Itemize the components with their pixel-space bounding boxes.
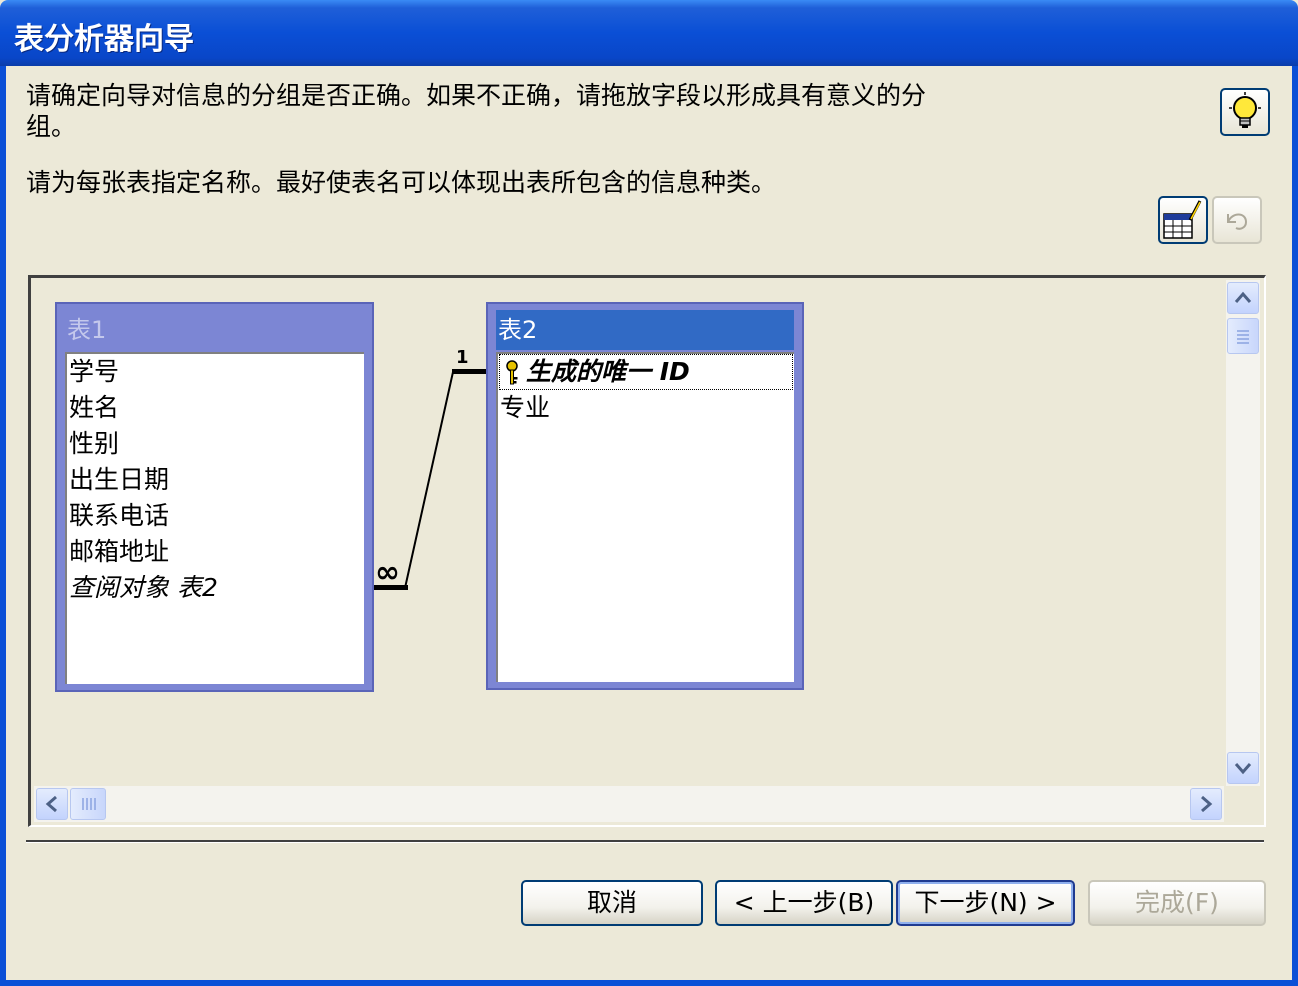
window-frame-left xyxy=(0,66,6,986)
vertical-scrollbar[interactable] xyxy=(1226,280,1260,786)
window-frame-right xyxy=(1292,66,1298,986)
field-row[interactable]: 学号 xyxy=(67,354,364,390)
field-row[interactable]: 联系电话 xyxy=(67,498,364,534)
chevron-down-icon xyxy=(1234,763,1252,775)
grip-icon xyxy=(1237,330,1249,344)
relationship-one-label: 1 xyxy=(456,347,469,368)
instruction-line-1: 请确定向导对信息的分组是否正确。如果不正确，请拖放字段以形成具有意义的分 xyxy=(26,81,927,110)
key-field-row[interactable]: 生成的唯一 ID xyxy=(499,354,793,390)
tips-button[interactable] xyxy=(1220,88,1270,136)
vertical-scroll-thumb[interactable] xyxy=(1227,318,1259,354)
table-2-field-list[interactable]: 生成的唯一 ID 专业 xyxy=(496,352,794,682)
grip-icon xyxy=(82,798,96,810)
horizontal-scroll-thumb[interactable] xyxy=(70,788,106,820)
scroll-left-button[interactable] xyxy=(36,788,68,820)
chevron-right-icon xyxy=(1201,795,1213,813)
rename-table-button[interactable] xyxy=(1158,196,1208,244)
rename-table-icon xyxy=(1163,200,1202,239)
table-1-header[interactable]: 表1 xyxy=(65,310,364,350)
table-1-box[interactable]: 表1 学号 姓名 性别 出生日期 联系电话 邮箱地址 查阅对象 表2 xyxy=(55,302,374,692)
instruction-line-3: 请为每张表指定名称。最好使表名可以体现出表所包含的信息种类。 xyxy=(26,168,777,197)
cancel-button[interactable]: 取消 xyxy=(521,880,703,926)
scroll-right-button[interactable] xyxy=(1190,788,1222,820)
field-row[interactable]: 出生日期 xyxy=(67,462,364,498)
separator-line xyxy=(26,840,1264,843)
next-button[interactable]: 下一步(N) > xyxy=(896,880,1075,926)
table-2-header[interactable]: 表2 xyxy=(496,310,794,350)
horizontal-scrollbar[interactable] xyxy=(34,786,1224,822)
field-row[interactable]: 性别 xyxy=(67,426,364,462)
relationship-many-label: ∞ xyxy=(375,555,400,590)
back-button[interactable]: < 上一步(B) xyxy=(715,880,893,926)
field-row[interactable]: 专业 xyxy=(498,390,794,426)
instruction-line-2: 组。 xyxy=(26,112,77,141)
window-frame-bottom xyxy=(0,980,1298,986)
lightbulb-icon xyxy=(1229,92,1261,128)
field-row[interactable]: 姓名 xyxy=(67,390,364,426)
key-icon xyxy=(506,360,518,385)
undo-icon xyxy=(1227,213,1248,230)
scroll-up-button[interactable] xyxy=(1227,282,1259,314)
finish-button[interactable]: 完成(F) xyxy=(1088,880,1266,926)
table-2-box[interactable]: 表2 生成的唯一 ID 专业 xyxy=(486,302,804,690)
title-bar[interactable]: 表分析器向导 xyxy=(0,0,1298,66)
chevron-left-icon xyxy=(45,795,57,813)
chevron-up-icon xyxy=(1234,291,1252,303)
key-field-label: 生成的唯一 ID xyxy=(526,357,690,386)
undo-button[interactable] xyxy=(1212,196,1262,244)
window-title: 表分析器向导 xyxy=(14,22,194,57)
lookup-field-row[interactable]: 查阅对象 表2 xyxy=(67,570,364,606)
scroll-down-button[interactable] xyxy=(1227,752,1259,784)
field-row[interactable]: 邮箱地址 xyxy=(67,534,364,570)
table-1-field-list[interactable]: 学号 姓名 性别 出生日期 联系电话 邮箱地址 查阅对象 表2 xyxy=(65,352,364,684)
